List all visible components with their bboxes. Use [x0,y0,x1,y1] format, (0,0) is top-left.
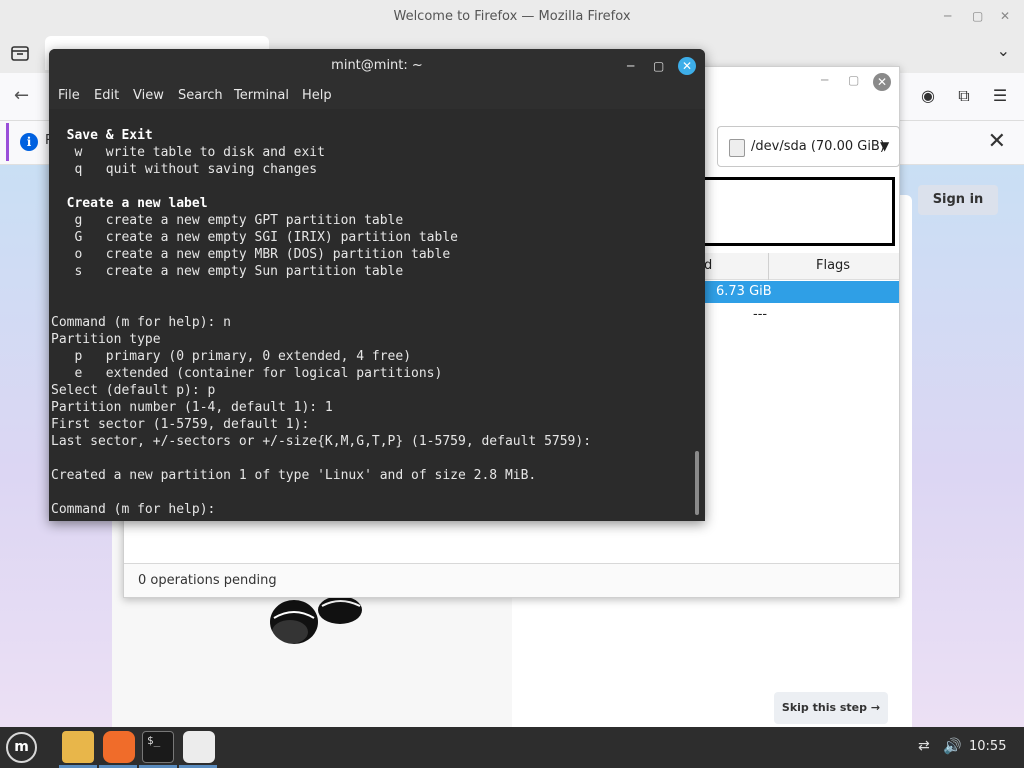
menu-icon[interactable]: ☰ [990,86,1010,106]
mint-menu-icon[interactable]: m [6,732,37,763]
terminal-line: p primary (0 primary, 0 extended, 4 free… [51,349,412,364]
tab-list-chevron-icon[interactable]: ⌄ [997,41,1010,60]
volume-icon[interactable]: 🔊 [943,737,962,755]
terminal-line: Partition type [51,332,161,347]
column-flags[interactable]: Flags [816,258,850,273]
terminal-minimize-icon[interactable]: ─ [627,49,634,83]
table-row[interactable]: --- [684,305,899,327]
terminal-window: mint@mint: ~ ─ ▢ ✕ File Edit View Search… [49,49,705,521]
menu-search[interactable]: Search [178,88,223,103]
terminal-line: w write table to disk and exit [51,145,325,160]
firefox-view-icon[interactable] [10,43,30,63]
terminal-line: Save & Exit [51,128,153,143]
terminal-icon[interactable]: $_ [142,731,174,763]
gparted-maximize-icon[interactable]: ▢ [848,73,859,87]
shoes-illustration [270,596,362,644]
row-used-value: 6.73 GiB [716,284,772,299]
column-divider [768,253,769,280]
menu-view[interactable]: View [133,88,164,103]
minimize-icon[interactable]: ─ [944,0,951,33]
menu-edit[interactable]: Edit [94,88,119,103]
partition-table-header: ed Flags [684,253,899,280]
terminal-line: o create a new empty MBR (DOS) partition… [51,247,451,262]
terminal-line: Command (m for help): [51,502,224,517]
maximize-icon[interactable]: ▢ [972,0,983,33]
disk-icon [729,139,745,157]
terminal-output[interactable]: Save & Exit w write table to disk and ex… [49,109,705,521]
terminal-titlebar: mint@mint: ~ ─ ▢ ✕ [49,49,705,83]
menu-help[interactable]: Help [302,88,332,103]
terminal-line: g create a new empty GPT partition table [51,213,404,228]
gparted-close-icon[interactable]: ✕ [873,73,891,91]
clock[interactable]: 10:55 [969,739,1006,754]
notification-accent [6,123,9,161]
terminal-scrollbar[interactable] [695,451,699,515]
terminal-line: e extended (container for logical partit… [51,366,443,381]
terminal-line: G create a new empty SGI (IRIX) partitio… [51,230,458,245]
terminal-icon-text: $_ [147,734,161,747]
notification-close-icon[interactable]: ✕ [988,129,1006,154]
taskbar: m $_ ⇄ 🔊 10:55 [0,727,1024,768]
terminal-title: mint@mint: ~ [331,58,423,73]
info-icon: i [20,133,38,151]
status-bar: 0 operations pending [124,563,899,597]
terminal-line: Partition number (1-4, default 1): 1 [51,400,333,415]
folder-icon[interactable] [62,731,94,763]
device-selector[interactable]: /dev/sda (70.00 GiB) ▼ [717,126,900,167]
terminal-line: First sector (1-5759, default 1): [51,417,310,432]
gparted-minimize-icon[interactable]: ─ [821,73,828,87]
table-row[interactable]: 6.73 GiB [684,281,899,303]
gparted-icon[interactable] [183,731,215,763]
extensions-icon[interactable]: ⧉ [954,86,974,106]
terminal-menubar: File Edit View Search Terminal Help [49,83,705,109]
terminal-line: Create a new label [51,196,208,211]
operations-pending-text: 0 operations pending [138,573,277,588]
network-icon[interactable]: ⇄ [918,738,930,754]
terminal-maximize-icon[interactable]: ▢ [653,49,664,83]
sign-in-button[interactable]: Sign in [918,185,998,215]
terminal-line: q quit without saving changes [51,162,318,177]
dropdown-arrow-icon: ▼ [880,139,890,153]
terminal-close-icon[interactable]: ✕ [678,57,696,75]
terminal-line: Command (m for help): n [51,315,232,330]
terminal-text: Save & Exit w write table to disk and ex… [51,127,591,518]
menu-terminal[interactable]: Terminal [234,88,289,103]
terminal-line: Select (default p): p [51,383,216,398]
terminal-line: s create a new empty Sun partition table [51,264,404,279]
account-icon[interactable]: ◉ [918,86,938,106]
skip-step-button[interactable]: Skip this step → [774,692,888,724]
close-icon[interactable]: ✕ [1000,0,1010,33]
firefox-window-title: Welcome to Firefox — Mozilla Firefox [393,9,631,24]
firefox-icon[interactable] [103,731,135,763]
row-used-value: --- [753,307,768,322]
terminal-line: Last sector, +/-sectors or +/-size{K,M,G… [51,434,592,449]
partition-graphic[interactable] [684,177,895,246]
terminal-line: Created a new partition 1 of type 'Linux… [51,468,537,483]
device-label: /dev/sda (70.00 GiB) [751,139,885,154]
menu-file[interactable]: File [58,88,80,103]
back-arrow-icon[interactable]: ← [14,85,29,106]
firefox-titlebar: Welcome to Firefox — Mozilla Firefox ─ ▢… [0,0,1024,33]
